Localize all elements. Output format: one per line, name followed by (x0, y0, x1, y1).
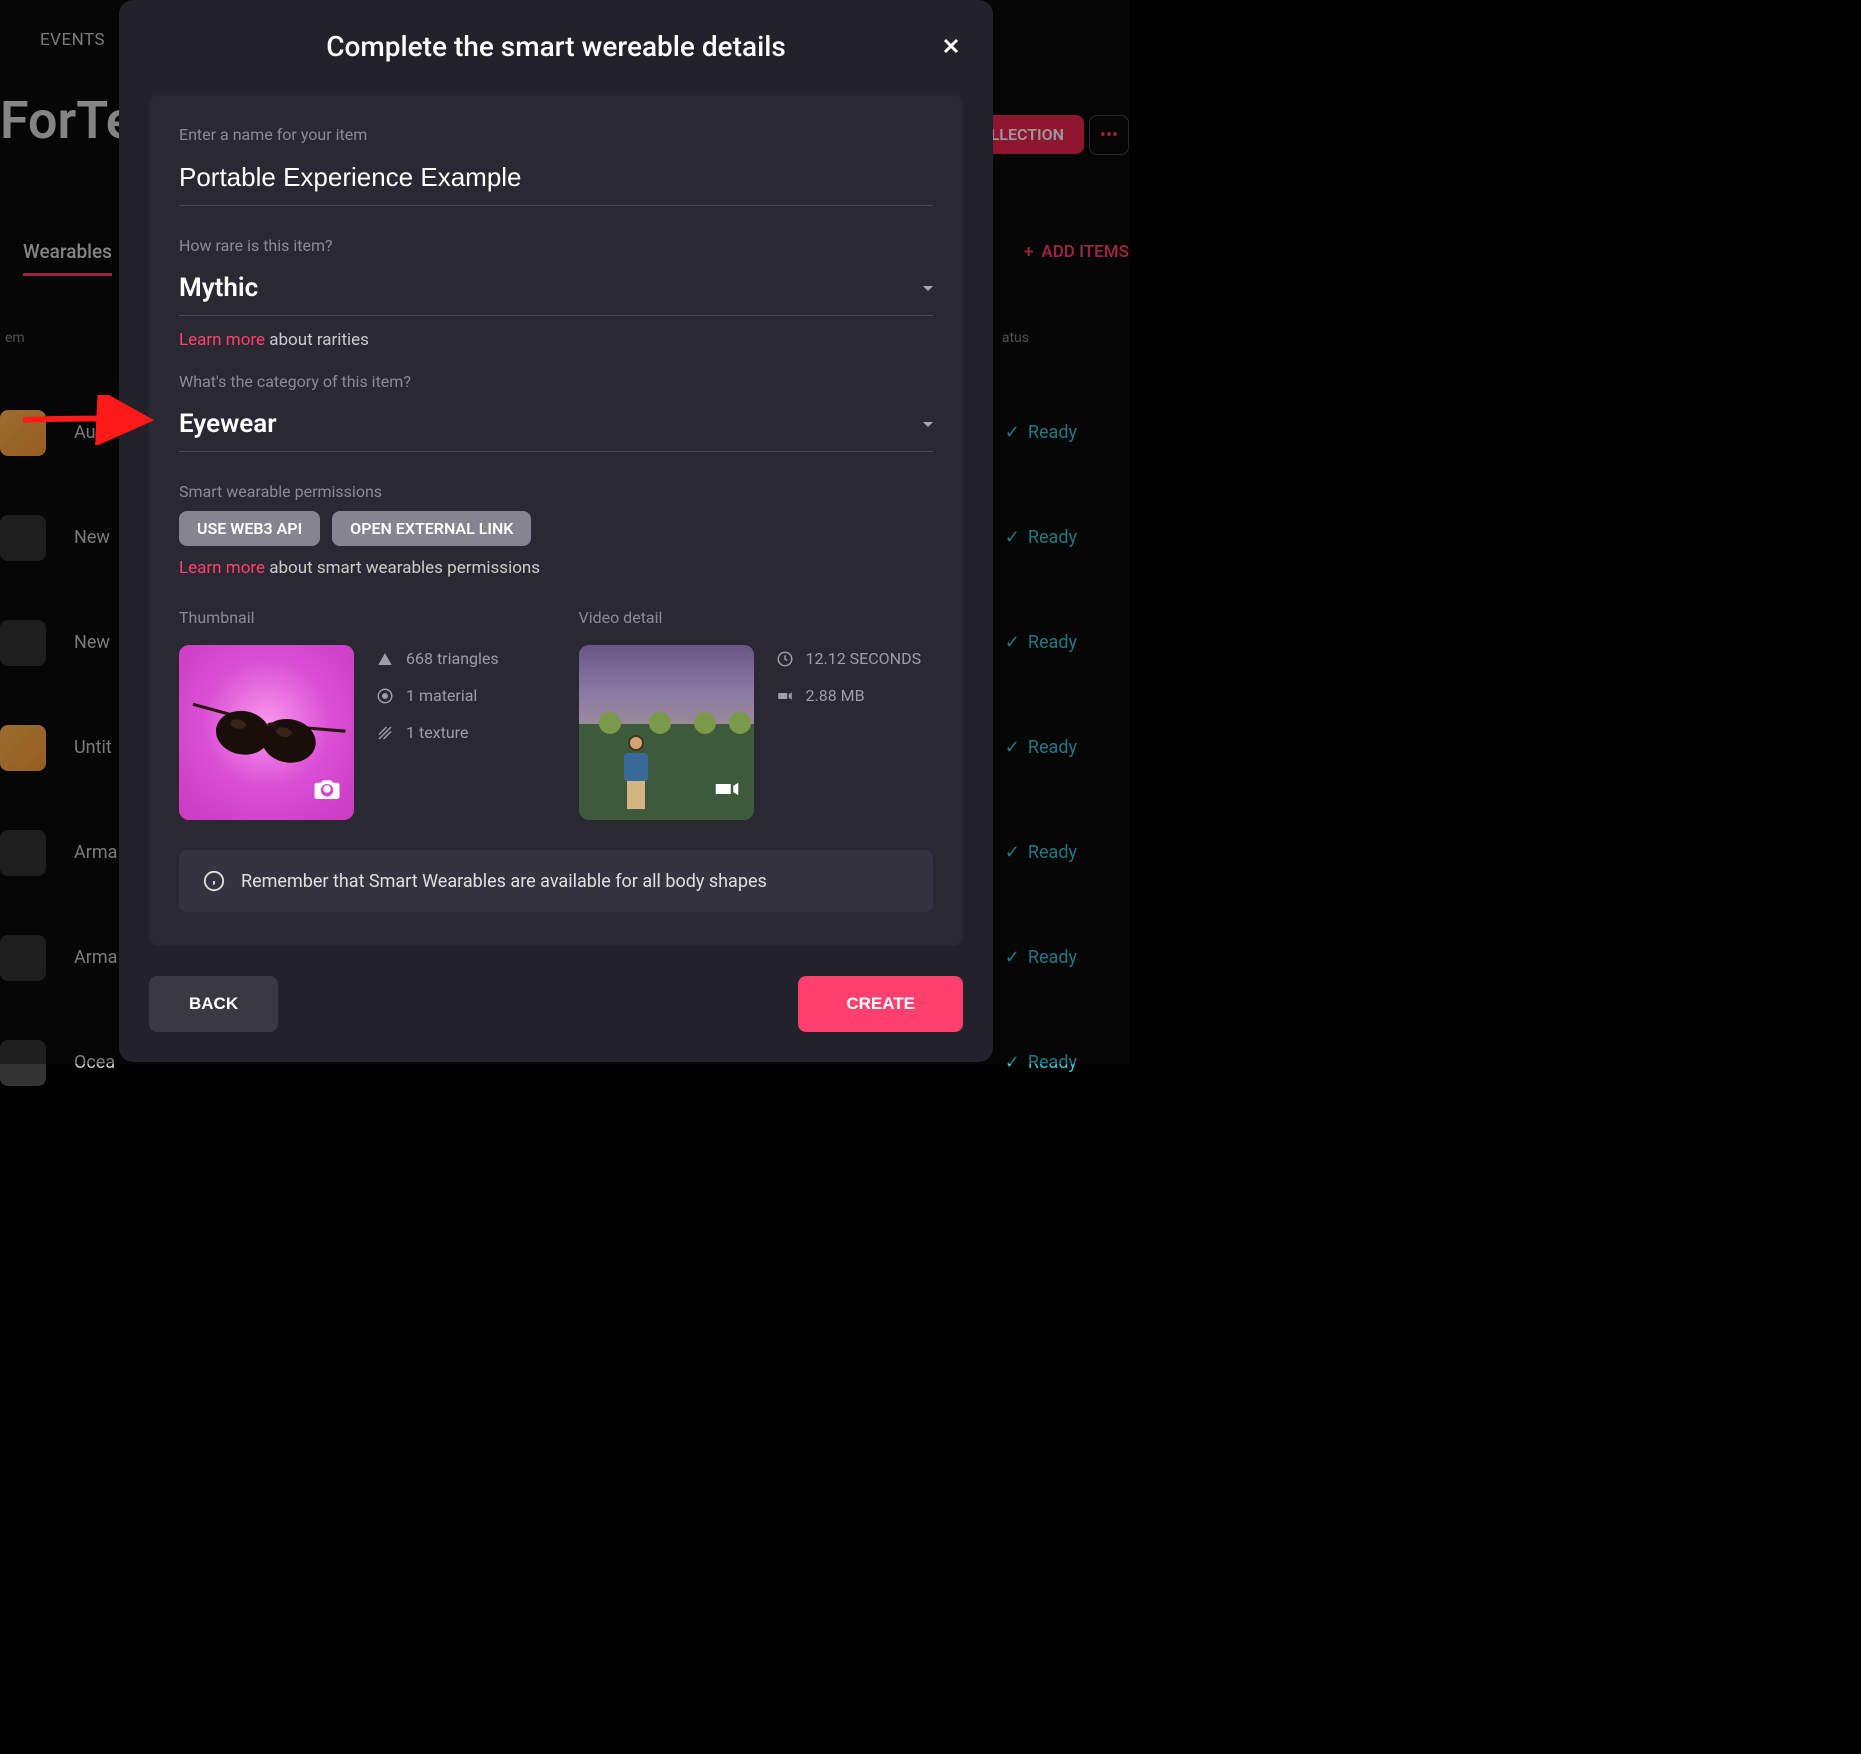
camera-icon (312, 774, 342, 808)
name-label: Enter a name for your item (179, 125, 933, 144)
permissions-learn-row: Learn more about smart wearables permiss… (179, 558, 933, 578)
category-label: What's the category of this item? (179, 372, 933, 391)
close-button[interactable] (939, 34, 963, 58)
name-input[interactable] (179, 154, 933, 206)
close-icon (939, 34, 963, 58)
rarity-learn-text: about rarities (265, 330, 369, 350)
stat-textures: 1 texture (376, 723, 499, 742)
permission-pill[interactable]: USE WEB3 API (179, 511, 320, 546)
info-bar: Remember that Smart Wearables are availa… (179, 850, 933, 912)
rarity-field: How rare is this item? Mythic (179, 236, 933, 316)
name-field: Enter a name for your item (179, 125, 933, 206)
modal: Complete the smart wereable details Ente… (119, 0, 993, 1062)
media-row: Thumbnail (179, 608, 933, 820)
thumbnail-stats: 668 triangles 1 material 1 texture (376, 645, 499, 820)
modal-header: Complete the smart wereable details (119, 0, 993, 95)
create-button[interactable]: CREATE (798, 976, 963, 1032)
back-button[interactable]: BACK (149, 976, 278, 1032)
thumbnail-preview[interactable] (179, 645, 354, 820)
texture-icon (376, 724, 394, 742)
video-label: Video detail (579, 608, 934, 627)
permissions-label: Smart wearable permissions (179, 482, 933, 501)
material-icon (376, 687, 394, 705)
rarity-label: How rare is this item? (179, 236, 933, 255)
video-icon (712, 774, 742, 808)
info-icon (203, 870, 225, 892)
thumbnail-column: Thumbnail (179, 608, 534, 820)
video-stats: 12.12 SECONDS 2.88 MB (776, 645, 922, 820)
info-text: Remember that Smart Wearables are availa… (241, 871, 767, 892)
modal-footer: BACK CREATE (119, 946, 993, 1062)
sunglasses-icon (182, 675, 350, 791)
clock-icon (776, 650, 794, 668)
category-field: What's the category of this item? Eyewea… (179, 372, 933, 452)
chevron-down-icon (923, 422, 933, 427)
category-value: Eyewear (179, 409, 277, 439)
stat-triangles: 668 triangles (376, 649, 499, 668)
modal-body: Enter a name for your item How rare is t… (149, 95, 963, 946)
triangle-icon (376, 650, 394, 668)
modal-title: Complete the smart wereable details (326, 30, 786, 63)
rarity-learn-link[interactable]: Learn more (179, 330, 265, 350)
rarity-select[interactable]: Mythic (179, 265, 933, 316)
filesize-icon (776, 687, 794, 705)
rarity-learn-row: Learn more about rarities (179, 330, 933, 350)
thumbnail-label: Thumbnail (179, 608, 534, 627)
permissions-learn-link[interactable]: Learn more (179, 558, 265, 578)
permissions-learn-text: about smart wearables permissions (265, 558, 540, 578)
stat-duration: 12.12 SECONDS (776, 649, 922, 668)
permissions-section: Smart wearable permissions USE WEB3 API O… (179, 482, 933, 578)
rarity-value: Mythic (179, 273, 258, 303)
stat-size: 2.88 MB (776, 686, 922, 705)
chevron-down-icon (923, 286, 933, 291)
permission-pill[interactable]: OPEN EXTERNAL LINK (332, 511, 531, 546)
category-select[interactable]: Eyewear (179, 401, 933, 452)
video-preview[interactable] (579, 645, 754, 820)
stat-materials: 1 material (376, 686, 499, 705)
video-column: Video detail (579, 608, 934, 820)
